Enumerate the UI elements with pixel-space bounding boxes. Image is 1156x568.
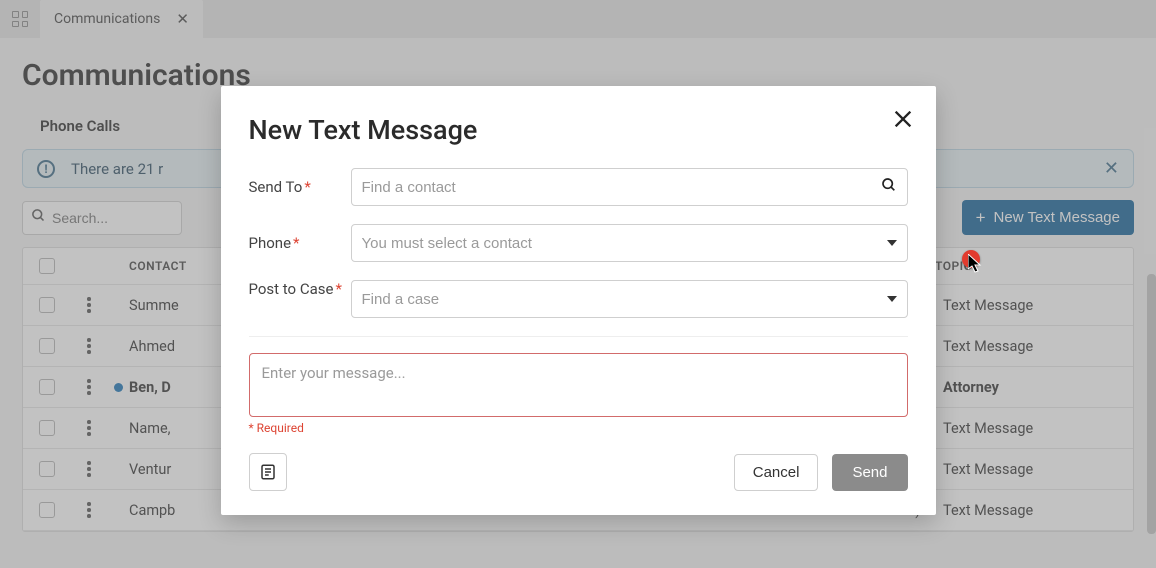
modal-footer: Cancel Send	[249, 453, 908, 491]
label-send-to: Send To*	[249, 178, 345, 197]
divider	[249, 336, 908, 337]
modal-overlay: New Text Message Send To* Phone* Post to…	[0, 0, 1156, 568]
modal-title: New Text Message	[249, 114, 908, 146]
label-post-to-case: Post to Case*	[249, 280, 345, 299]
label-phone: Phone*	[249, 234, 345, 253]
search-icon[interactable]	[881, 177, 897, 197]
send-button[interactable]: Send	[832, 454, 907, 491]
modal-close-icon[interactable]	[892, 108, 914, 134]
cursor-indicator	[962, 250, 980, 268]
message-input[interactable]	[249, 353, 908, 417]
send-to-input[interactable]	[362, 179, 881, 196]
post-to-case-field[interactable]	[351, 280, 908, 318]
new-text-message-modal: New Text Message Send To* Phone* Post to…	[221, 86, 936, 515]
chevron-down-icon[interactable]	[887, 240, 897, 246]
cancel-button[interactable]: Cancel	[734, 454, 819, 491]
send-to-field[interactable]	[351, 168, 908, 206]
phone-input[interactable]	[362, 235, 887, 252]
chevron-down-icon[interactable]	[887, 296, 897, 302]
post-to-case-input[interactable]	[362, 291, 887, 308]
template-button[interactable]	[249, 453, 287, 491]
required-note: * Required	[249, 421, 908, 435]
phone-field[interactable]	[351, 224, 908, 262]
